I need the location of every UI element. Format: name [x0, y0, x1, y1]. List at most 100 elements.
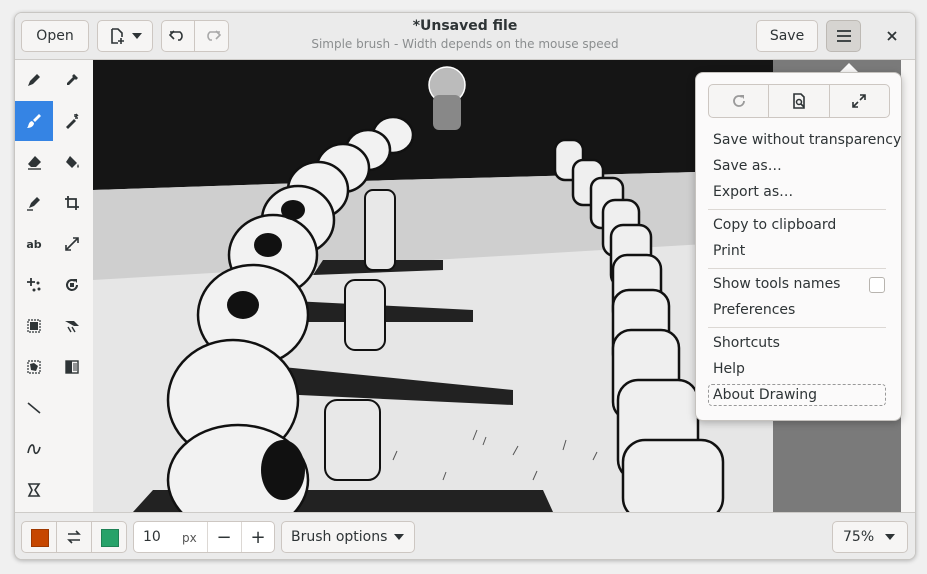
tool-line[interactable] [15, 388, 53, 428]
menu-separator [708, 327, 886, 328]
menu-preferences[interactable]: Preferences [713, 302, 795, 318]
menu-icon-buttons [708, 84, 890, 118]
brush-icon [26, 113, 42, 129]
redo-icon [203, 29, 221, 43]
tool-shape[interactable] [15, 470, 53, 510]
tool-rect-selection[interactable] [15, 306, 53, 346]
curve-icon [26, 441, 42, 457]
reload-file-button[interactable] [709, 85, 768, 117]
size-value[interactable]: 10 [143, 529, 161, 545]
tool-filters[interactable] [53, 347, 91, 387]
show-tools-names-checkbox[interactable] [869, 277, 885, 293]
save-button-label: Save [769, 28, 805, 44]
tool-free-selection[interactable] [15, 347, 53, 387]
tool-text[interactable]: ab [15, 224, 53, 264]
scale-icon [64, 236, 80, 252]
open-button-label: Open [36, 28, 74, 44]
chevron-down-icon [132, 33, 142, 39]
chevron-down-icon [885, 534, 895, 540]
size-decrease-button[interactable]: − [207, 522, 241, 552]
tool-eraser[interactable] [15, 142, 53, 182]
highlighter-icon [26, 195, 42, 211]
main-menu-popover: Save without transparency Save as… Expor… [695, 72, 902, 421]
paint-bucket-icon [64, 154, 80, 170]
tool-scale[interactable] [53, 224, 91, 264]
exchange-colors-button[interactable] [56, 521, 92, 553]
redo-button[interactable] [194, 20, 229, 52]
chevron-down-icon [394, 534, 404, 540]
line-icon [26, 400, 42, 416]
undo-button[interactable] [161, 20, 195, 52]
tool-crop[interactable] [53, 183, 91, 223]
window-subtitle: Simple brush - Width depends on the mous… [311, 37, 619, 51]
close-window-button[interactable] [877, 20, 907, 52]
tool-rotate[interactable] [53, 265, 91, 305]
size-spinbutton[interactable]: 10 px − + [133, 521, 275, 553]
menu-copy-to-clipboard[interactable]: Copy to clipboard [713, 217, 836, 233]
main-menu-button[interactable] [826, 20, 861, 52]
zoom-level: 75% [843, 529, 875, 545]
new-image-menu-button[interactable] [97, 20, 153, 52]
document-properties-icon [791, 93, 807, 109]
primary-color-swatch [31, 529, 49, 547]
menu-separator [708, 209, 886, 210]
magic-wand-icon [64, 113, 80, 129]
popover-arrow [840, 63, 858, 72]
tool-color-picker[interactable] [53, 60, 91, 100]
window-title-block: *Unsaved file Simple brush - Width depen… [265, 18, 665, 51]
header-bar: Open *Unsaved file Simple brush - Width … [15, 13, 915, 60]
rect-selection-icon [26, 318, 42, 334]
menu-save-without-transparency[interactable]: Save without transparency [713, 132, 901, 148]
tool-fill[interactable] [53, 142, 91, 182]
tool-options-label: Brush options [291, 529, 388, 545]
filters-icon [64, 359, 80, 375]
crop-icon [64, 195, 80, 211]
tool-curve[interactable] [15, 429, 53, 469]
reload-icon [731, 93, 747, 109]
tool-options-button[interactable]: Brush options [281, 521, 415, 553]
menu-save-as[interactable]: Save as… [713, 158, 782, 174]
rotate-icon [64, 277, 80, 293]
eyedropper-icon [64, 72, 80, 88]
tool-points[interactable] [15, 265, 53, 305]
menu-help[interactable]: Help [713, 361, 745, 377]
secondary-color-swatch [101, 529, 119, 547]
pencil-icon [26, 72, 42, 88]
swap-arrows-icon [66, 529, 82, 545]
tool-pencil[interactable] [15, 60, 53, 100]
primary-color-button[interactable] [21, 521, 57, 553]
menu-print[interactable]: Print [713, 243, 745, 259]
tool-magic-wand[interactable] [53, 101, 91, 141]
canvas-illustration [93, 60, 773, 512]
window-title: *Unsaved file [412, 18, 518, 34]
shape-icon [26, 482, 42, 498]
save-button[interactable]: Save [756, 20, 818, 52]
eraser-icon [26, 154, 42, 170]
drawing-canvas-image[interactable] [93, 60, 773, 512]
new-image-icon [108, 27, 126, 45]
menu-separator [708, 268, 886, 269]
open-button[interactable]: Open [21, 20, 89, 52]
fullscreen-button[interactable] [828, 85, 889, 117]
fullscreen-icon [851, 93, 867, 109]
image-properties-button[interactable] [768, 85, 828, 117]
menu-export-as[interactable]: Export as… [713, 184, 793, 200]
undo-icon [169, 29, 187, 43]
close-icon [887, 31, 897, 41]
tool-skew[interactable] [53, 306, 91, 346]
text-icon: ab [26, 237, 42, 251]
size-unit: px [182, 531, 197, 545]
tool-palette: ab [15, 60, 94, 512]
points-icon [26, 277, 42, 293]
menu-show-tools-names[interactable]: Show tools names [713, 276, 840, 292]
tool-brush[interactable] [15, 101, 53, 141]
zoom-menu-button[interactable]: 75% [832, 521, 908, 553]
menu-about[interactable]: About Drawing [713, 387, 817, 403]
free-selection-icon [26, 359, 42, 375]
hamburger-menu-icon [836, 30, 851, 42]
size-increase-button[interactable]: + [241, 522, 275, 552]
secondary-color-button[interactable] [91, 521, 127, 553]
skew-icon [64, 318, 80, 334]
tool-highlighter[interactable] [15, 183, 53, 223]
menu-shortcuts[interactable]: Shortcuts [713, 335, 780, 351]
